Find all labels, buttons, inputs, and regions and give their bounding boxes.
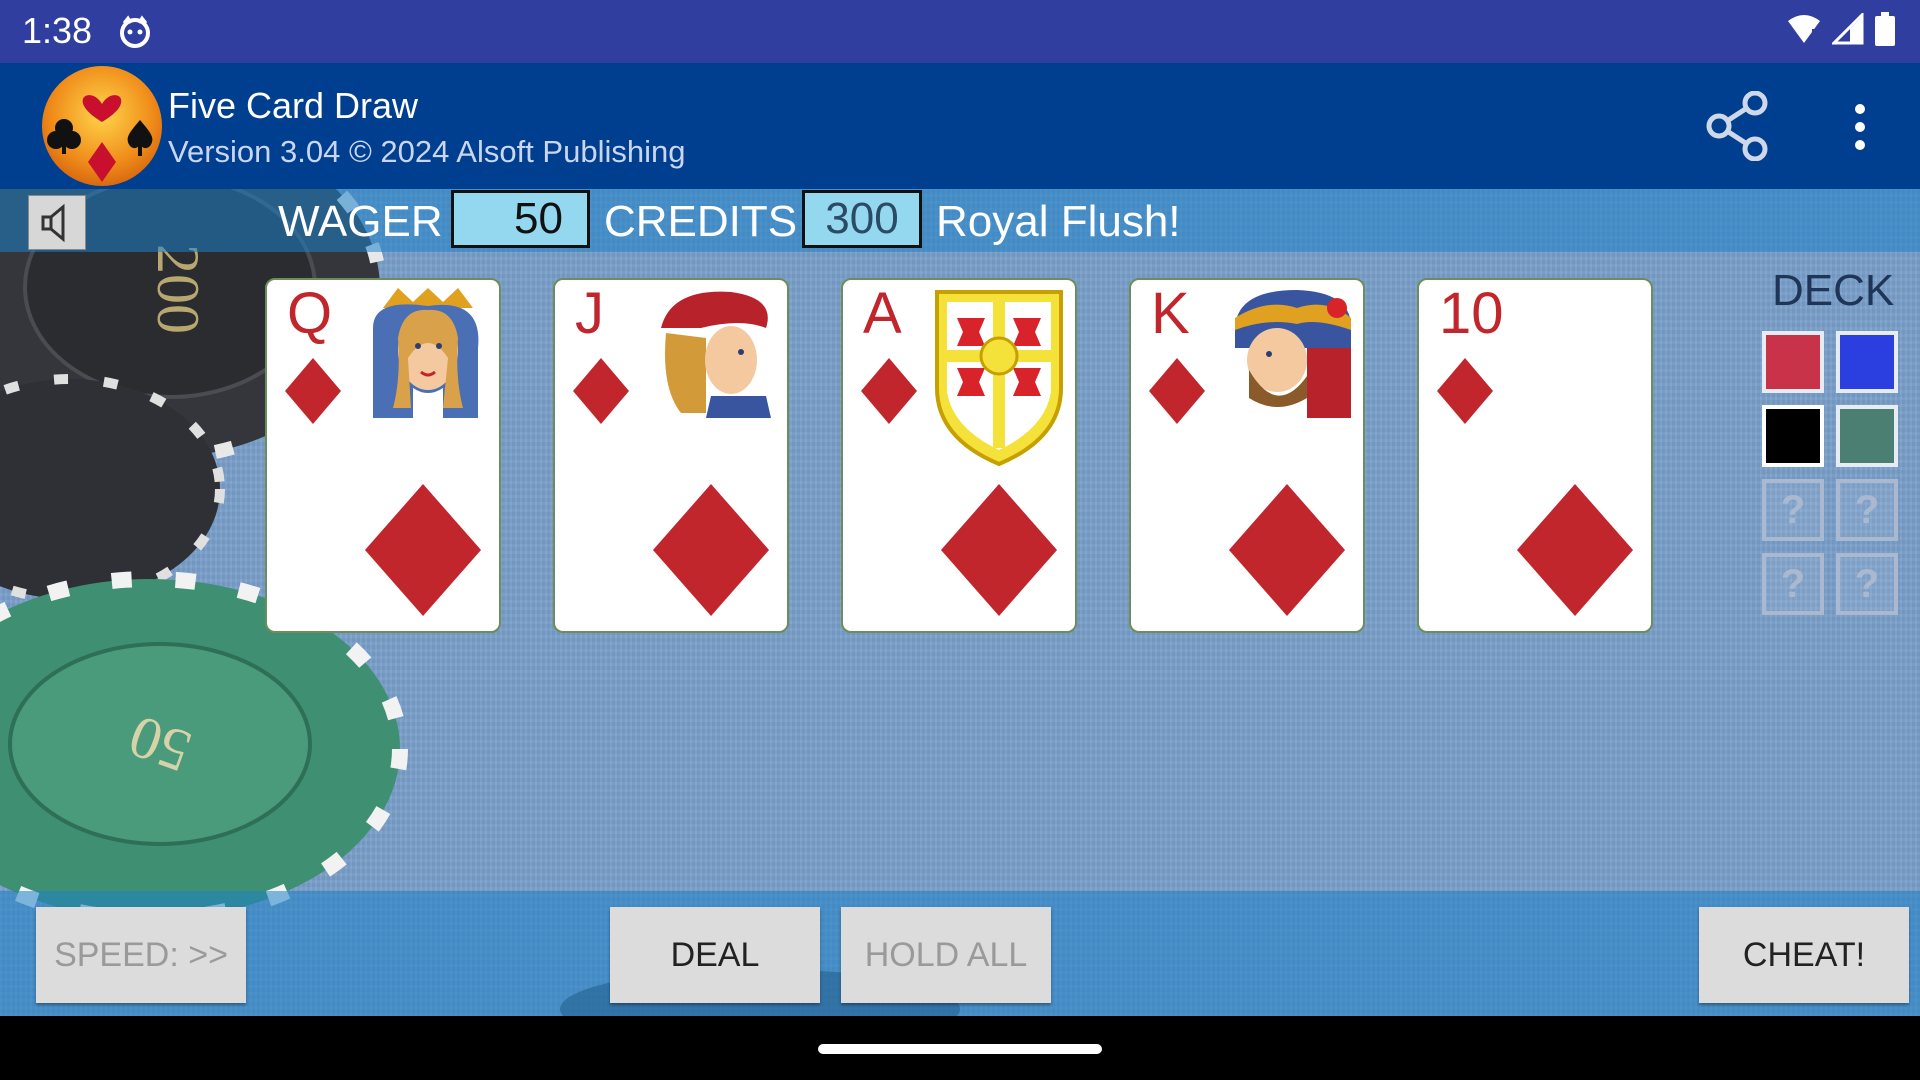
card-king-of-diamonds[interactable]: K xyxy=(1129,278,1365,633)
wifi-icon xyxy=(1788,15,1820,43)
result-text: Royal Flush! xyxy=(936,197,1181,246)
credits-label: CREDITS xyxy=(604,197,798,246)
navigation-bar xyxy=(0,1016,1920,1080)
wager-value[interactable]: 50 xyxy=(451,190,590,248)
cheat-button[interactable]: CHEAT! xyxy=(1699,907,1909,1003)
deck-locked-slot[interactable]: ? xyxy=(1836,553,1898,615)
diamond-icon xyxy=(365,484,481,616)
deck-label: DECK xyxy=(1772,266,1895,315)
card-rank: A xyxy=(863,281,902,346)
speed-button[interactable]: SPEED: >> xyxy=(36,907,246,1003)
card-rank: 10 xyxy=(1439,281,1504,346)
diamond-icon xyxy=(1229,484,1345,616)
app-subtitle: Version 3.04 © 2024 Alsoft Publishing xyxy=(168,134,686,169)
queen-portrait-icon xyxy=(373,288,479,418)
diamond-icon xyxy=(573,358,629,424)
wager-label: WAGER xyxy=(278,197,443,246)
deck-green-swatch[interactable] xyxy=(1836,405,1898,467)
credits-value: 300 xyxy=(802,190,922,248)
diamond-icon xyxy=(1437,358,1493,424)
shield-icon xyxy=(935,290,1063,467)
deck-locked-slot[interactable]: ? xyxy=(1836,479,1898,541)
app-bar: Five Card Draw Version 3.04 © 2024 Alsof… xyxy=(0,63,1920,189)
deal-button[interactable]: DEAL xyxy=(610,907,820,1003)
card-queen-of-diamonds[interactable]: Q xyxy=(265,278,501,633)
diamond-icon xyxy=(1517,484,1633,616)
diamond-icon xyxy=(941,484,1057,616)
share-icon[interactable] xyxy=(1705,91,1771,161)
jack-portrait-icon xyxy=(661,291,771,418)
deck-red-swatch[interactable] xyxy=(1762,331,1824,393)
app-logo-icon xyxy=(42,66,162,186)
king-portrait-icon xyxy=(1235,290,1352,418)
deck-locked-slot[interactable]: ? xyxy=(1762,553,1824,615)
deck-black-swatch[interactable] xyxy=(1762,405,1824,467)
status-time: 1:38 xyxy=(22,10,93,51)
diamond-icon xyxy=(653,484,769,616)
signal-icon xyxy=(1832,13,1864,45)
diamond-icon xyxy=(1149,358,1205,424)
app-title: Five Card Draw xyxy=(168,85,419,126)
cat-notification-icon xyxy=(120,15,150,48)
game-table: 200 50 WAGER 50 CREDITS 300 Royal Flush!… xyxy=(0,189,1920,1016)
overflow-menu-icon[interactable] xyxy=(1840,99,1880,155)
diamond-icon xyxy=(861,358,917,424)
status-bar: 1:38 xyxy=(0,0,1920,63)
diamond-icon xyxy=(285,358,341,424)
card-ace-of-diamonds[interactable]: A xyxy=(841,278,1077,633)
card-rank: K xyxy=(1151,281,1190,346)
card-jack-of-diamonds[interactable]: J xyxy=(553,278,789,633)
battery-icon xyxy=(1875,12,1895,46)
sound-toggle-button[interactable] xyxy=(28,195,86,250)
card-ten-of-diamonds[interactable]: 10 xyxy=(1417,278,1653,633)
deck-blue-swatch[interactable] xyxy=(1836,331,1898,393)
card-rank: J xyxy=(575,281,604,346)
hold-all-button[interactable]: HOLD ALL xyxy=(841,907,1051,1003)
home-gesture-handle[interactable] xyxy=(818,1044,1102,1054)
speaker-muted-icon xyxy=(41,203,65,242)
chip-200-label: 200 xyxy=(145,244,211,334)
card-rank: Q xyxy=(287,281,333,346)
deck-locked-slot[interactable]: ? xyxy=(1762,479,1824,541)
